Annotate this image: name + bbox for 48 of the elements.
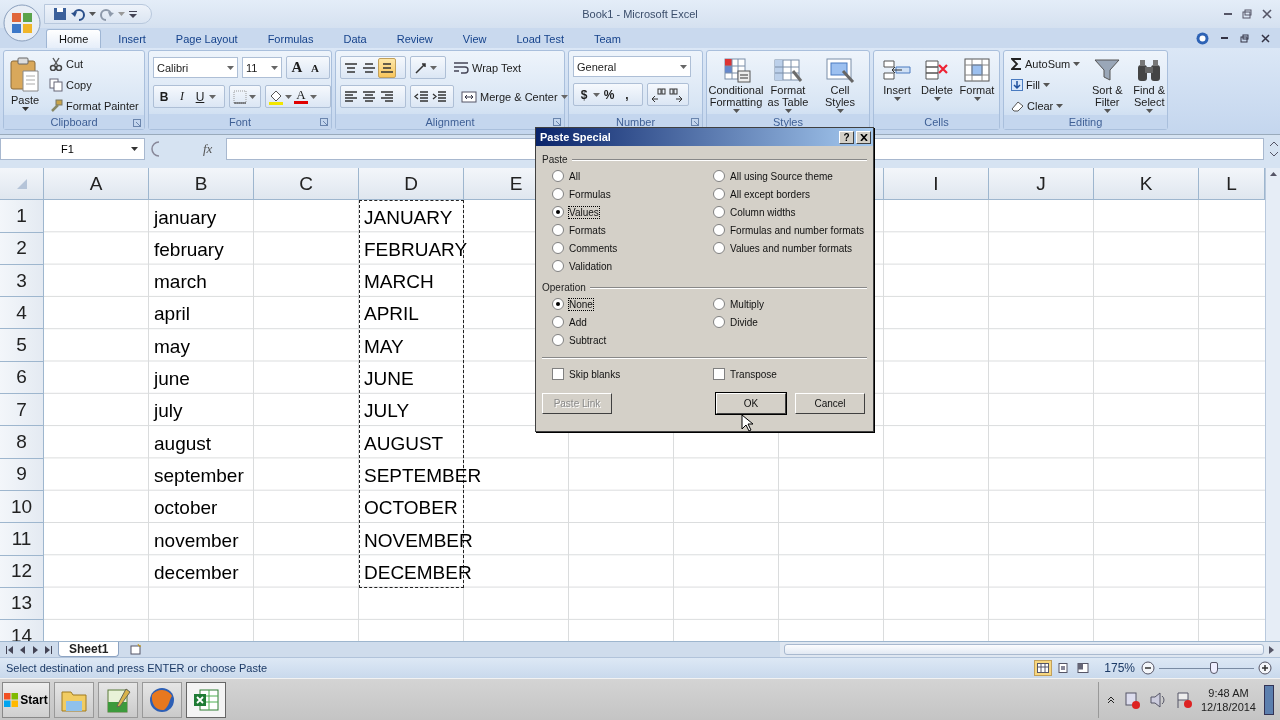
cell-text: FEBRUARY <box>364 238 468 261</box>
cell-text: JANUARY <box>364 206 453 229</box>
group-label: Cells <box>924 115 949 128</box>
section-label: Paste <box>542 154 568 165</box>
window-title: Book1 - Microsoft Excel <box>582 8 698 20</box>
column-label: E <box>509 172 523 195</box>
column-label: D <box>404 172 418 195</box>
cell-text: AUGUST <box>364 432 444 455</box>
group-label: Editing <box>1068 116 1103 128</box>
group-label: Alignment <box>425 115 475 128</box>
dialog-title: Paste Special <box>540 131 612 143</box>
section-label: Operation <box>542 282 586 293</box>
cell-text: MARCH <box>364 271 434 294</box>
status-message: Select destination and press ENTER or choose Paste <box>6 662 269 675</box>
cell-text: DECEMBER <box>364 561 472 584</box>
cell-text: august <box>154 432 212 455</box>
column-label: K <box>1139 172 1153 195</box>
cell-text: march <box>154 271 207 294</box>
cell-text: MAY <box>364 335 404 358</box>
cell-text: JULY <box>364 400 410 423</box>
zoom-level: 175% <box>1103 661 1136 676</box>
cell-text: april <box>154 303 190 326</box>
column-label: I <box>933 172 939 195</box>
group-label: Font <box>229 115 251 128</box>
cell-text: NOVEMBER <box>364 529 473 552</box>
column-label: J <box>1036 172 1046 195</box>
column-label: B <box>194 172 208 195</box>
group-label: Styles <box>773 115 803 128</box>
cell-text: JUNE <box>364 368 414 391</box>
cell-text: january <box>154 206 217 229</box>
column-label: L <box>1226 172 1237 195</box>
cell-text: june <box>154 368 190 391</box>
column-label: A <box>89 172 103 195</box>
cell-text: february <box>154 238 224 261</box>
group-label: Clipboard <box>50 116 98 128</box>
cell-text: SEPTEMBER <box>364 464 482 487</box>
column-label: C <box>299 172 313 195</box>
clock-date: 12/18/2014 <box>1200 700 1256 715</box>
cell-text: november <box>154 529 239 552</box>
group-label: Number <box>615 115 656 128</box>
cell-text: october <box>154 497 218 520</box>
cell-text: july <box>154 400 183 423</box>
cell-text: december <box>154 561 239 584</box>
cell-text: september <box>154 464 244 487</box>
cell-text: OCTOBER <box>364 497 458 520</box>
cell-text: may <box>154 335 190 358</box>
cell-text: APRIL <box>364 303 419 326</box>
clock-time: 9:48 AM <box>1208 686 1249 701</box>
